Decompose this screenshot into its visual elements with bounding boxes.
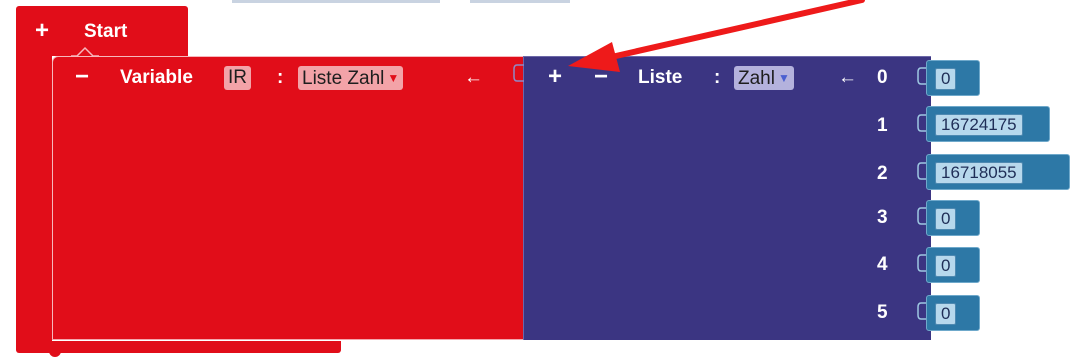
variable-colon: : [277, 67, 284, 88]
list-block-label: Liste [638, 67, 683, 88]
start-block-footer [16, 341, 341, 353]
number-output-connector-icon [917, 254, 926, 272]
list-block[interactable] [523, 56, 931, 340]
number-block[interactable]: 0 [926, 200, 980, 236]
number-value-field[interactable]: 0 [935, 255, 957, 277]
list-add-item-icon[interactable]: + [548, 65, 562, 89]
list-type-value: Zahl [738, 68, 775, 89]
number-output-connector-icon [917, 207, 926, 225]
variable-name-field[interactable]: IR [224, 66, 251, 90]
list-index-label: 3 [877, 207, 888, 228]
list-assign-arrow-icon: ← [838, 67, 857, 88]
triangle-down-icon: ▼ [777, 71, 790, 85]
top-scroll-strip [232, 0, 440, 3]
start-block-label: Start [84, 21, 128, 42]
start-block-next-connector [49, 351, 61, 357]
number-value-field[interactable]: 0 [935, 303, 957, 325]
variable-assign-arrow-icon: ← [464, 67, 483, 88]
list-output-connector-icon [513, 64, 524, 82]
number-value-field[interactable]: 0 [935, 208, 957, 230]
number-block[interactable]: 16718055 [926, 154, 1070, 190]
variable-collapse-icon[interactable]: − [75, 65, 89, 89]
list-index-label: 2 [877, 163, 888, 184]
blockly-workspace: + Start − Variable IR : Liste Zahl ▼ ← + … [0, 0, 1076, 359]
number-block[interactable]: 0 [926, 247, 980, 283]
number-value-field[interactable]: 0 [935, 68, 957, 90]
list-index-label: 5 [877, 302, 888, 323]
top-scroll-strip [470, 0, 570, 3]
number-output-connector-icon [917, 162, 926, 180]
variable-type-value: Liste Zahl [302, 68, 385, 89]
number-block[interactable]: 16724175 [926, 106, 1050, 142]
list-remove-item-icon[interactable]: − [594, 65, 608, 89]
number-block[interactable]: 0 [926, 60, 980, 96]
variable-block-edge [52, 339, 524, 340]
variable-type-dropdown[interactable]: Liste Zahl ▼ [298, 66, 404, 90]
list-index-label: 1 [877, 115, 888, 136]
number-block[interactable]: 0 [926, 295, 980, 331]
list-index-label: 0 [877, 67, 888, 88]
number-output-connector-icon [917, 302, 926, 320]
number-value-field[interactable]: 16718055 [935, 162, 1023, 184]
number-output-connector-icon [917, 114, 926, 132]
start-expand-icon[interactable]: + [35, 19, 49, 43]
number-output-connector-icon [917, 67, 926, 85]
list-colon: : [714, 67, 721, 88]
triangle-down-icon: ▼ [387, 71, 400, 85]
list-index-label: 4 [877, 254, 888, 275]
start-block-body [16, 56, 52, 341]
variable-block-label: Variable [120, 67, 193, 88]
variable-block[interactable] [52, 56, 524, 340]
variable-previous-connector-icon [71, 46, 99, 57]
number-value-field[interactable]: 16724175 [935, 114, 1023, 136]
list-type-dropdown[interactable]: Zahl ▼ [734, 66, 794, 90]
